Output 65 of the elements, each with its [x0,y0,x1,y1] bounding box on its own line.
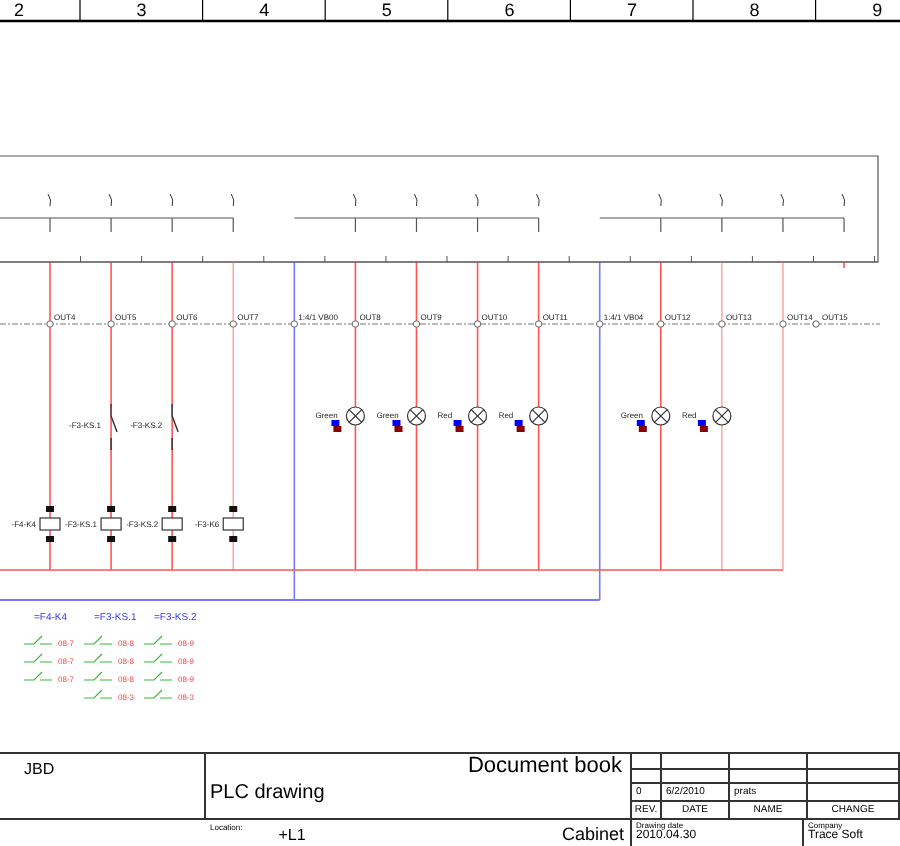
contact-ref-icon [23,671,53,681]
lamp-icon [467,406,488,426]
column-number: 3 [136,0,147,20]
contact-ref-icon [143,671,173,681]
contact-ref-icon [83,671,113,681]
terminal-icon [229,320,237,328]
contact-icon [171,403,179,451]
terminal-icon [718,320,726,328]
column-number: 6 [504,0,515,20]
coil-icon [100,506,122,542]
switch-mark-icon [780,193,785,207]
terminal-icon [46,320,54,328]
color-key-icon [331,420,342,432]
terminal-icon [596,320,604,328]
contact-ref-icon [23,653,53,663]
lamp-icon [651,406,671,426]
document-title: Document book [467,754,622,778]
lamp-icon [712,406,732,426]
contact-ref-icon [83,689,113,699]
contact-ref-icon [143,653,173,663]
color-key-icon [453,420,464,432]
contact-ref-icon [23,635,53,645]
column-number: 4 [259,0,270,20]
column-number: 9 [872,0,883,20]
terminal-icon [657,320,665,328]
terminal-icon [107,320,115,328]
column-number: 8 [749,0,760,20]
coil-icon [222,506,244,542]
column-number: 2 [14,0,25,20]
color-key-icon [392,420,403,432]
switch-mark-icon [841,193,846,207]
cabinet-label: Cabinet [561,824,624,844]
contact-icon [110,403,118,451]
terminal-icon [473,320,482,328]
terminal-icon [351,320,360,328]
column-number: 5 [381,0,392,20]
wire [843,261,845,269]
switch-mark-icon [230,193,235,207]
switch-mark-icon [719,193,724,207]
switch-mark-icon [169,193,174,207]
contact-ref-icon [143,635,173,645]
contact-ref-icon [83,635,113,645]
terminal-icon [412,320,421,328]
switch-mark-icon [352,193,357,207]
terminal-icon [779,320,787,328]
customer-cell: JBD [0,754,206,820]
color-key-icon [514,420,525,432]
color-key-icon [636,420,647,432]
lamp-icon [406,406,427,426]
coil-icon [161,506,183,542]
terminal-icon [534,320,543,328]
location-value: +L1 [278,825,306,843]
coil-icon [39,506,61,542]
lamp-icon [529,406,549,426]
color-key-icon [697,420,708,432]
contact-ref-icon [143,689,173,699]
switch-mark-icon [47,193,52,207]
column-number: 7 [627,0,638,20]
switch-mark-icon [108,193,113,207]
terminal-icon [290,320,298,328]
lamp-icon [345,406,365,426]
terminal-icon [168,320,176,328]
drawing-title: PLC drawing [210,782,327,804]
contact-ref-icon [83,653,113,663]
terminal-icon [812,320,820,328]
